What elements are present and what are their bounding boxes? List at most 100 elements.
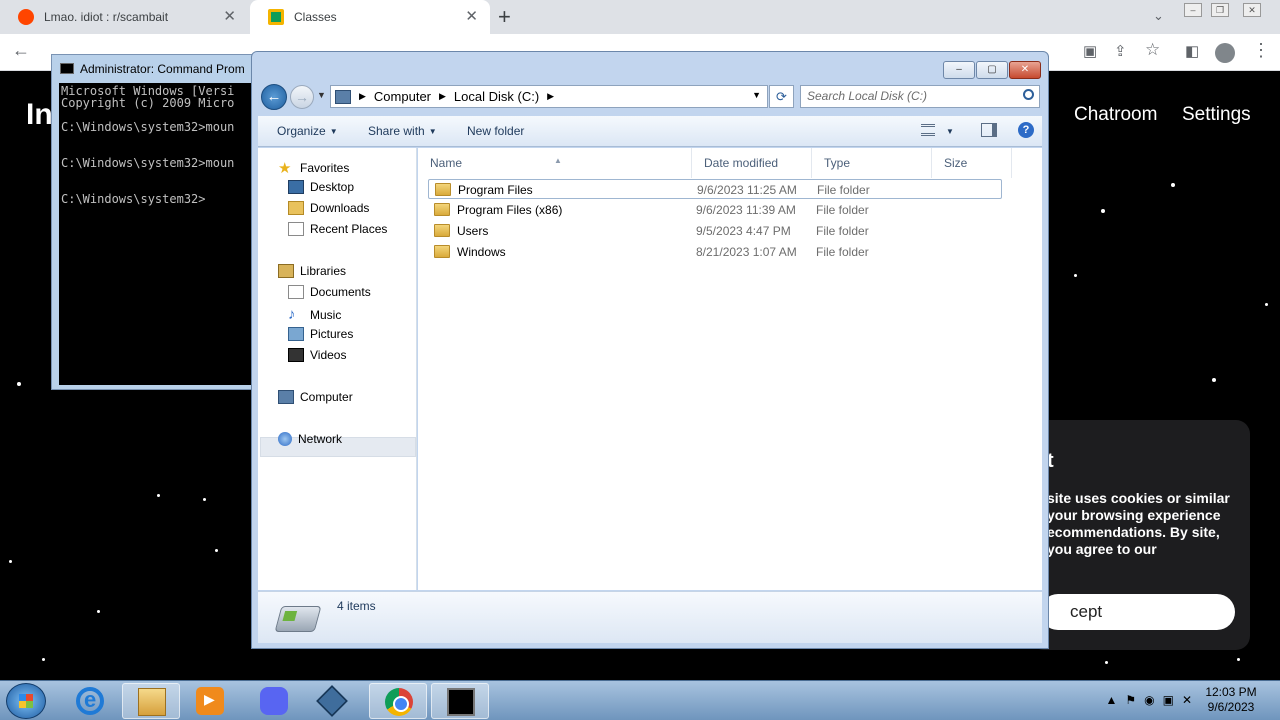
close-tab-icon[interactable]: ✕ bbox=[465, 9, 478, 25]
help-icon[interactable]: ? bbox=[1018, 122, 1034, 138]
browser-tab-classes[interactable]: Classes ✕ bbox=[250, 0, 490, 34]
change-view-icon[interactable] bbox=[921, 124, 935, 136]
star-decoration bbox=[1105, 661, 1108, 664]
system-tray[interactable]: ▲⚑◉▣✕ bbox=[1106, 693, 1201, 707]
chevron-right-icon[interactable]: ▶ bbox=[547, 91, 554, 102]
nav-settings[interactable]: Settings bbox=[1182, 104, 1251, 126]
chevron-down-icon: ▼ bbox=[329, 127, 338, 136]
file-type: File folder bbox=[817, 183, 870, 197]
close-window-icon[interactable]: ✕ bbox=[1243, 3, 1261, 17]
clock[interactable]: 12:03 PM 9/6/2023 bbox=[1201, 685, 1261, 715]
tab-search-icon[interactable]: ⌄ bbox=[1153, 8, 1164, 24]
taskbar: ▲⚑◉▣✕ 12:03 PM 9/6/2023 bbox=[0, 680, 1280, 720]
taskbar-internet-explorer[interactable] bbox=[61, 683, 119, 719]
nav-recent-places[interactable]: Recent Places bbox=[288, 222, 387, 236]
recent-pages-icon[interactable]: ▼ bbox=[317, 90, 326, 100]
folder-icon bbox=[434, 203, 450, 216]
taskbar-windows-explorer[interactable] bbox=[122, 683, 180, 719]
breadcrumb-local-disk[interactable]: Local Disk (C:) bbox=[454, 89, 539, 104]
address-dropdown-icon[interactable]: ▼ bbox=[752, 90, 761, 100]
breadcrumb-computer[interactable]: Computer bbox=[374, 89, 431, 104]
search-placeholder: Search Local Disk (C:) bbox=[807, 89, 928, 103]
recent-places-icon bbox=[288, 222, 304, 236]
maximize-icon[interactable]: ▢ bbox=[976, 61, 1008, 79]
console-line: C:\Windows\system32>moun bbox=[61, 120, 235, 134]
taskbar-chrome[interactable] bbox=[369, 683, 427, 719]
view-options-dropdown[interactable]: ▼ bbox=[946, 127, 954, 136]
menu-kebab-icon[interactable]: ⋮ bbox=[1252, 40, 1270, 61]
column-header-type[interactable]: Type bbox=[812, 148, 932, 178]
cmd-console[interactable]: Microsoft Windows [Versi Copyright (c) 20… bbox=[59, 83, 262, 385]
nav-label: Network bbox=[298, 432, 343, 446]
minimize-icon[interactable]: – bbox=[1184, 3, 1202, 17]
sort-ascending-icon: ▲ bbox=[554, 156, 562, 165]
taskbar-virtualbox[interactable] bbox=[303, 683, 361, 719]
taskbar-media-player[interactable] bbox=[181, 683, 239, 719]
cookie-accept-button[interactable]: cept bbox=[1040, 594, 1235, 630]
nav-chatroom[interactable]: Chatroom bbox=[1074, 104, 1157, 126]
side-panel-icon[interactable]: ◧ bbox=[1185, 42, 1199, 60]
translate-icon[interactable]: ▣ bbox=[1083, 42, 1097, 60]
search-icon[interactable] bbox=[1023, 89, 1034, 100]
explorer-window[interactable]: – ▢ ✕ ← → ▼ ▶ Computer ▶ Local Disk (C:)… bbox=[251, 51, 1049, 649]
back-icon[interactable]: ← bbox=[12, 40, 30, 61]
classes-icon bbox=[268, 9, 284, 25]
bookmark-star-icon[interactable]: ☆ bbox=[1145, 40, 1160, 60]
desktop-icon bbox=[288, 180, 304, 194]
file-type: File folder bbox=[816, 203, 869, 217]
organize-button[interactable]: Organize ▼ bbox=[277, 124, 338, 138]
nav-computer[interactable]: Computer bbox=[278, 390, 353, 404]
console-line: C:\Windows\system32>moun bbox=[61, 156, 235, 170]
site-logo[interactable]: In bbox=[26, 98, 53, 132]
nav-documents[interactable]: Documents bbox=[288, 285, 371, 299]
nav-favorites[interactable]: ★ Favorites bbox=[278, 159, 349, 177]
file-date: 9/6/2023 11:39 AM bbox=[696, 203, 796, 217]
column-header-date[interactable]: Date modified bbox=[692, 148, 812, 178]
cmd-title-bar[interactable]: Administrator: Command Prom bbox=[60, 62, 245, 76]
nav-desktop[interactable]: Desktop bbox=[288, 180, 354, 194]
preview-pane-icon[interactable] bbox=[981, 123, 997, 137]
chevron-right-icon[interactable]: ▶ bbox=[359, 91, 366, 102]
share-with-button[interactable]: Share with ▼ bbox=[368, 124, 437, 138]
star-decoration bbox=[203, 498, 206, 501]
clock-time: 12:03 PM bbox=[1205, 685, 1257, 699]
music-icon: ♪ bbox=[288, 306, 296, 323]
refresh-icon[interactable]: ⟳ bbox=[769, 85, 794, 108]
profile-avatar[interactable] bbox=[1215, 43, 1235, 63]
forward-icon[interactable]: → bbox=[290, 85, 314, 109]
table-row[interactable]: Program Files 9/6/2023 11:25 AM File folde… bbox=[428, 179, 1002, 199]
taskbar-discord[interactable] bbox=[245, 683, 303, 719]
table-row[interactable]: Users 9/5/2023 4:47 PM File folder bbox=[428, 221, 1002, 241]
chevron-right-icon[interactable]: ▶ bbox=[439, 91, 446, 102]
start-button[interactable] bbox=[6, 683, 46, 719]
folder-icon bbox=[434, 245, 450, 258]
new-tab-button[interactable]: + bbox=[498, 4, 511, 30]
column-header-name[interactable]: Name ▲ bbox=[418, 148, 692, 178]
table-row[interactable]: Windows 8/21/2023 1:07 AM File folder bbox=[428, 242, 1002, 262]
back-icon[interactable]: ← bbox=[261, 84, 287, 110]
nav-downloads[interactable]: Downloads bbox=[288, 201, 369, 215]
browser-tab-reddit[interactable]: Lmao. idiot : r/scambait ✕ bbox=[0, 0, 248, 34]
close-window-icon[interactable]: ✕ bbox=[1009, 61, 1041, 79]
address-bar[interactable]: ▶ Computer ▶ Local Disk (C:) ▶ ▼ bbox=[330, 85, 768, 108]
minimize-icon[interactable]: – bbox=[943, 61, 975, 79]
tab-title: Lmao. idiot : r/scambait bbox=[44, 10, 169, 24]
browser-tab-bar: Lmao. idiot : r/scambait ✕ Classes ✕ + ⌄… bbox=[0, 0, 1280, 34]
share-icon[interactable]: ⇪ bbox=[1114, 42, 1127, 60]
nav-videos[interactable]: Videos bbox=[288, 348, 346, 362]
column-header-size[interactable]: Size bbox=[932, 148, 1012, 178]
nav-pictures[interactable]: Pictures bbox=[288, 327, 353, 341]
command-prompt-window[interactable]: Administrator: Command Prom Microsoft Wi… bbox=[51, 54, 262, 390]
restore-icon[interactable]: ❐ bbox=[1211, 3, 1229, 17]
nav-network[interactable]: Network bbox=[278, 432, 342, 446]
star-decoration bbox=[157, 494, 160, 497]
taskbar-command-prompt[interactable] bbox=[431, 683, 489, 719]
close-tab-icon[interactable]: ✕ bbox=[223, 9, 236, 25]
nav-music[interactable]: ♪ Music bbox=[288, 306, 341, 323]
file-date: 9/5/2023 4:47 PM bbox=[696, 224, 791, 238]
new-folder-button[interactable]: New folder bbox=[467, 124, 524, 138]
search-input[interactable]: Search Local Disk (C:) bbox=[800, 85, 1040, 108]
nav-libraries[interactable]: Libraries bbox=[278, 264, 346, 278]
table-row[interactable]: Program Files (x86) 9/6/2023 11:39 AM File… bbox=[428, 200, 1002, 220]
